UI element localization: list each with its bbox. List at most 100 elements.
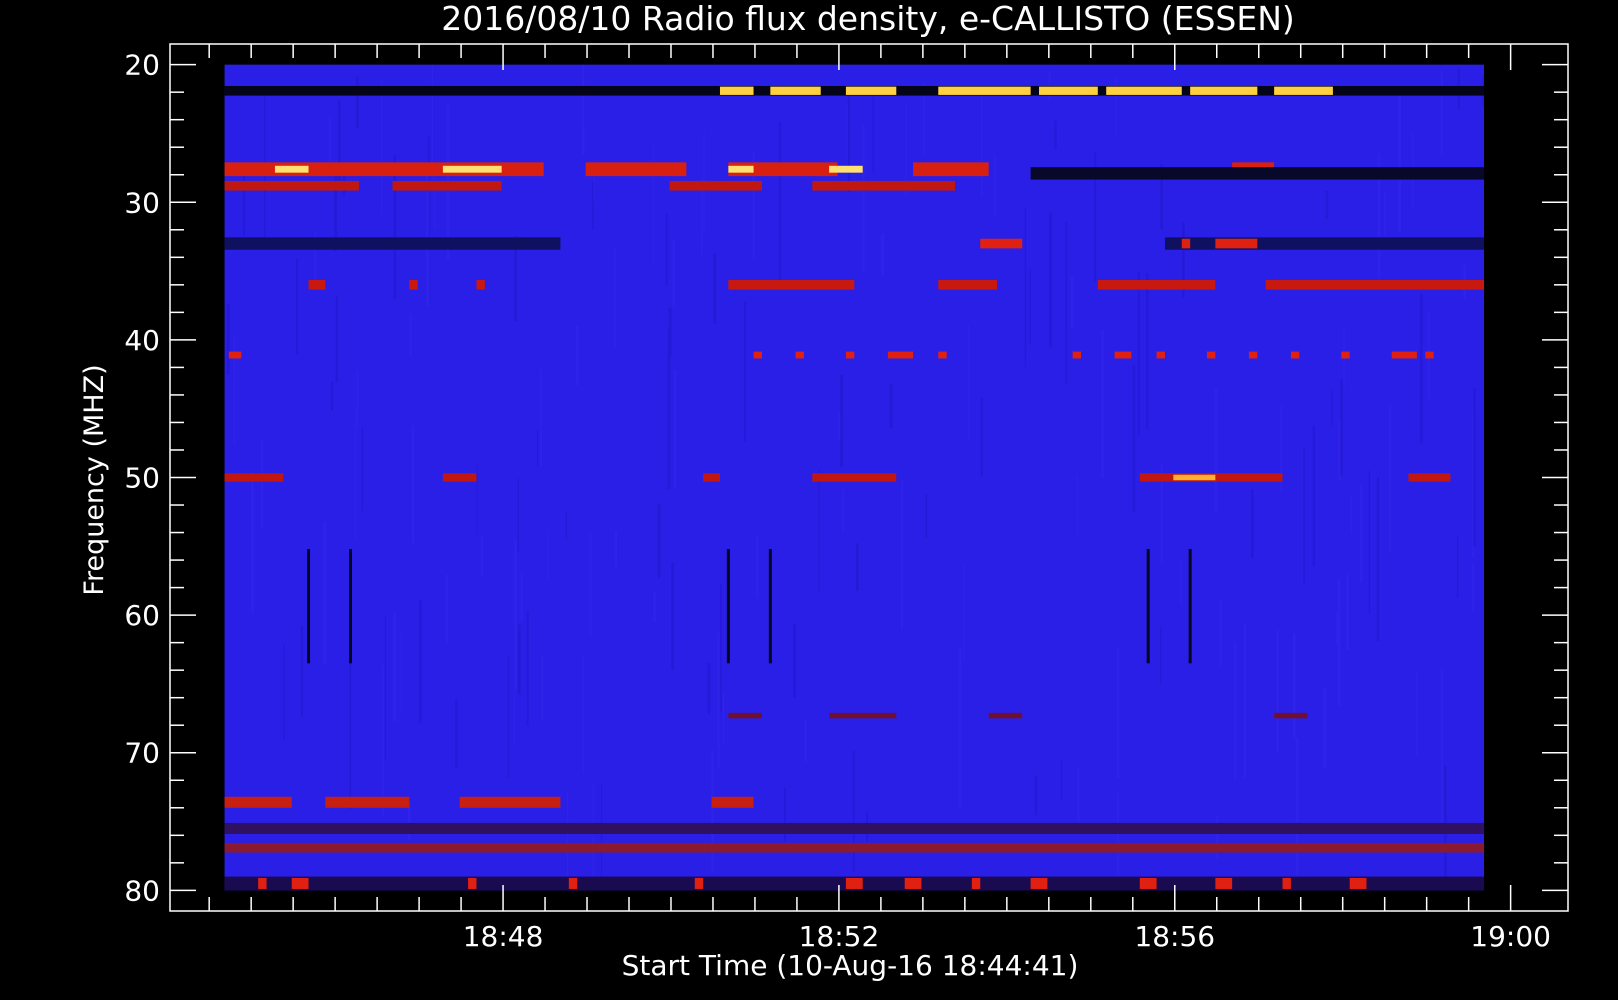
- texture-streak: [980, 397, 983, 477]
- y-axis-label: Frequency (MHZ): [79, 364, 110, 595]
- texture-streak: [842, 489, 844, 533]
- heatmap-band-segment: [719, 86, 754, 95]
- texture-streak: [1180, 558, 1182, 606]
- texture-streak: [481, 534, 483, 579]
- heatmap-band-segment: [1215, 877, 1233, 889]
- texture-streak: [1472, 563, 1475, 613]
- heatmap-band-segment: [224, 180, 359, 191]
- texture-streak: [300, 625, 303, 717]
- texture-streak: [445, 574, 449, 644]
- texture-streak: [261, 440, 264, 530]
- texture-streak: [1243, 624, 1247, 779]
- texture-streak: [925, 493, 928, 539]
- heatmap-band-segment: [1181, 238, 1191, 249]
- texture-streak: [889, 383, 893, 428]
- heatmap-band-segment: [770, 86, 821, 95]
- texture-streak: [872, 91, 874, 173]
- texture-streak: [1077, 768, 1080, 822]
- texture-streak: [744, 301, 747, 442]
- y-tick-label: 30: [124, 186, 160, 219]
- texture-streak: [566, 791, 569, 881]
- y-tick-label: 40: [124, 324, 160, 357]
- heatmap-band-segment: [1408, 473, 1451, 482]
- texture-streak: [1048, 70, 1051, 101]
- texture-streak: [540, 368, 542, 467]
- texture-streak: [384, 616, 386, 761]
- texture-streak: [1440, 70, 1443, 156]
- heatmap-band-segment: [1274, 86, 1333, 95]
- texture-streak: [1325, 191, 1329, 220]
- texture-streak: [349, 654, 352, 810]
- texture-streak: [547, 533, 549, 581]
- texture-streak: [838, 411, 841, 440]
- texture-streak: [1338, 420, 1341, 481]
- texture-streak: [536, 430, 539, 467]
- texture-streak: [657, 503, 661, 578]
- texture-streak: [779, 121, 782, 284]
- texture-streak: [251, 471, 254, 614]
- heatmap-band-segment: [887, 351, 914, 359]
- texture-streak: [517, 478, 519, 552]
- texture-streak: [514, 693, 516, 745]
- heatmap-spike: [349, 549, 353, 664]
- y-tick-label: 60: [124, 599, 160, 632]
- texture-streak: [1473, 387, 1476, 547]
- texture-streak: [1335, 611, 1338, 646]
- heatmap-band-segment: [845, 86, 897, 95]
- heatmap-band-segment: [258, 877, 267, 889]
- texture-streak: [323, 521, 327, 665]
- texture-streak: [1117, 792, 1120, 891]
- texture-streak: [1070, 277, 1074, 329]
- texture-streak: [1029, 267, 1031, 345]
- heatmap-band-segment: [1206, 351, 1216, 359]
- heatmap-band-segment: [1282, 877, 1291, 889]
- texture-streak: [600, 782, 603, 891]
- texture-streak: [862, 124, 865, 273]
- heatmap-band-segment: [409, 280, 418, 290]
- texture-streak: [331, 381, 334, 411]
- texture-streak: [711, 750, 714, 873]
- texture-streak: [582, 655, 584, 774]
- texture-streak: [1312, 426, 1315, 567]
- heatmap-band-segment: [728, 712, 762, 719]
- texture-streak: [1060, 760, 1063, 802]
- texture-streak: [582, 64, 585, 155]
- texture-streak: [847, 86, 851, 192]
- heatmap-band-segment: [585, 162, 687, 177]
- texture-streak: [1359, 484, 1363, 583]
- heatmap-band-segment: [1072, 351, 1082, 359]
- texture-streak: [1214, 389, 1218, 514]
- texture-streak: [1146, 273, 1149, 429]
- texture-streak: [652, 143, 655, 267]
- texture-streak: [455, 700, 458, 768]
- texture-streak: [671, 562, 674, 670]
- texture-streak: [1416, 672, 1418, 757]
- texture-streak: [1293, 633, 1296, 740]
- heatmap-spike: [726, 549, 730, 664]
- heatmap-band-segment: [1215, 238, 1258, 249]
- texture-streak: [653, 591, 656, 623]
- heatmap-band-segment: [904, 877, 922, 889]
- texture-streak: [575, 325, 579, 386]
- texture-streak: [1398, 90, 1401, 233]
- texture-streak: [855, 543, 859, 592]
- texture-streak: [613, 248, 616, 348]
- texture-streak: [361, 426, 363, 512]
- heatmap-band-segment: [753, 351, 762, 359]
- heatmap-band-segment: [728, 280, 855, 290]
- heatmap-band-segment: [1039, 86, 1098, 95]
- texture-streak: [1331, 390, 1333, 427]
- heatmap-band-segment: [795, 351, 804, 359]
- texture-streak: [592, 783, 594, 891]
- texture-streak: [1101, 329, 1104, 479]
- texture-streak: [400, 633, 402, 710]
- heatmap-band-segment: [845, 877, 863, 889]
- texture-streak: [713, 253, 717, 325]
- texture-streak: [1065, 221, 1068, 385]
- texture-streak: [526, 611, 529, 727]
- texture-streak: [393, 155, 397, 299]
- heatmap-band-segment: [980, 238, 1023, 249]
- texture-streak: [517, 624, 521, 695]
- texture-streak: [1159, 626, 1162, 685]
- texture-streak: [1303, 446, 1306, 585]
